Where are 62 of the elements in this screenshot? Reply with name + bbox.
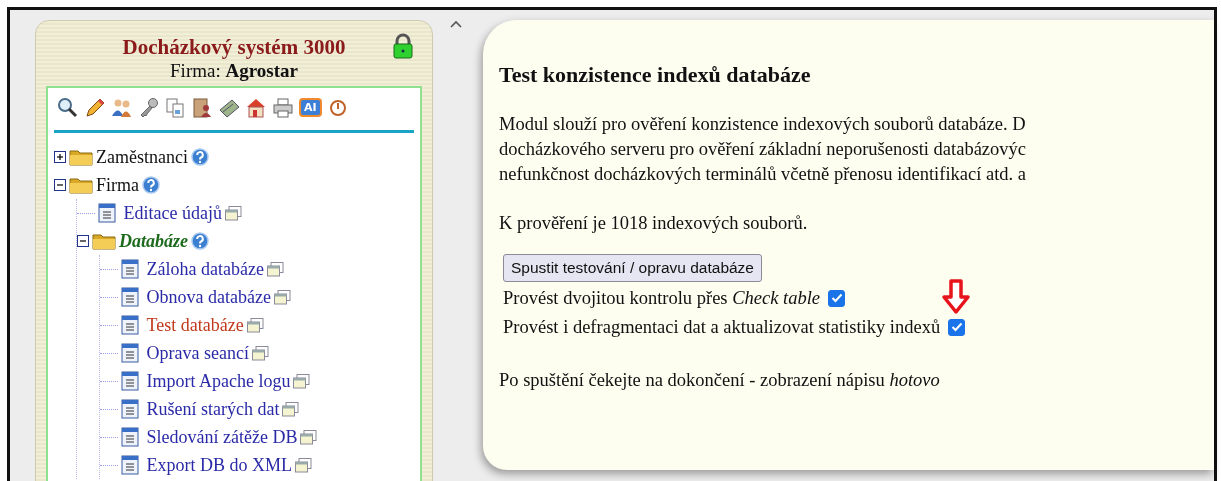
instruction-text: Po spuštění čekejte na dokončení - zobrazení nápisu hotovo xyxy=(499,370,941,391)
ai-button[interactable]: AI xyxy=(299,97,322,117)
document-icon xyxy=(121,427,139,447)
scroll-up-icon[interactable] xyxy=(449,20,462,28)
tree-item[interactable]: Import Apache logu xyxy=(142,370,291,392)
tree-item[interactable]: Obnova databáze xyxy=(142,286,271,308)
tree-item[interactable]: Zaměstnanci xyxy=(96,146,188,168)
option-label: Provést dvojitou kontrolu přes Check table xyxy=(503,287,821,309)
document-icon xyxy=(121,287,139,307)
description-line: Modul slouží pro ověření konzistence indexových souborů databáze. D xyxy=(499,113,1027,136)
tree-item[interactable]: Záloha databáze xyxy=(142,258,264,280)
document-icon xyxy=(121,259,139,279)
checkbox[interactable] xyxy=(948,318,966,336)
new-window-icon[interactable] xyxy=(282,401,300,417)
folder-icon xyxy=(69,176,93,194)
company-name: Firma: Agrostar xyxy=(169,60,299,82)
document-icon xyxy=(121,371,139,391)
down-arrow-icon xyxy=(941,278,972,315)
new-window-icon[interactable] xyxy=(293,373,311,389)
document-icon xyxy=(121,455,139,475)
tree-item[interactable]: Test databáze xyxy=(142,314,244,336)
search-icon[interactable] xyxy=(56,96,78,118)
tree-item[interactable]: Firma xyxy=(96,174,139,196)
tree-item[interactable]: Databáze xyxy=(119,230,188,252)
new-window-icon[interactable] xyxy=(251,345,269,361)
new-window-icon[interactable] xyxy=(300,429,318,445)
document-icon xyxy=(121,399,139,419)
help-icon[interactable] xyxy=(191,232,209,250)
document-icon xyxy=(98,203,116,223)
start-test-button[interactable]: Spustit testování / opravu databáze xyxy=(503,254,762,282)
tree-item[interactable]: Sledování zátěže DB xyxy=(142,426,298,448)
tree-item[interactable]: Rušení starých dat xyxy=(142,398,280,420)
help-icon[interactable] xyxy=(190,148,209,166)
folder-icon xyxy=(92,232,116,250)
lock-icon[interactable] xyxy=(392,33,414,59)
printer-icon[interactable] xyxy=(272,96,294,118)
contacts-book-icon[interactable] xyxy=(191,96,213,118)
new-window-icon[interactable] xyxy=(273,289,291,305)
folder-icon xyxy=(69,148,93,166)
app-title: Docházkový systém 3000 xyxy=(122,35,346,60)
page-heading: Test konzistence indexů databáze xyxy=(499,62,812,88)
document-icon xyxy=(121,343,139,363)
collapse-icon[interactable] xyxy=(77,235,89,247)
description-line: docházkového serveru pro ověření základní neporušenosti databázovýc xyxy=(499,138,1028,161)
pencil-icon[interactable] xyxy=(83,96,105,118)
document-icon xyxy=(121,315,139,335)
checkbox[interactable] xyxy=(828,289,846,307)
new-window-icon[interactable] xyxy=(295,457,312,473)
collapse-icon[interactable] xyxy=(54,179,66,191)
new-window-icon[interactable] xyxy=(266,261,284,277)
tree-item[interactable]: Export DB do XML xyxy=(142,454,292,476)
help-icon[interactable] xyxy=(142,176,160,194)
option-label: Provést i defragmentaci dat a aktualizovat statistiky indexů xyxy=(503,316,941,338)
description-line: nefunkčnost docházkových terminálů včetně přenosu identifikací atd. a xyxy=(499,163,1028,186)
new-window-icon[interactable] xyxy=(246,317,264,333)
house-icon[interactable] xyxy=(245,96,267,118)
expand-icon[interactable] xyxy=(54,151,66,163)
tree-item[interactable]: Editace údajů xyxy=(119,202,222,224)
file-count-text: K prověření je 1018 indexových souborů. xyxy=(499,213,809,234)
new-window-icon[interactable] xyxy=(224,205,242,221)
documents-icon[interactable] xyxy=(164,96,186,118)
tree-item[interactable]: Oprava seancí xyxy=(142,342,249,364)
